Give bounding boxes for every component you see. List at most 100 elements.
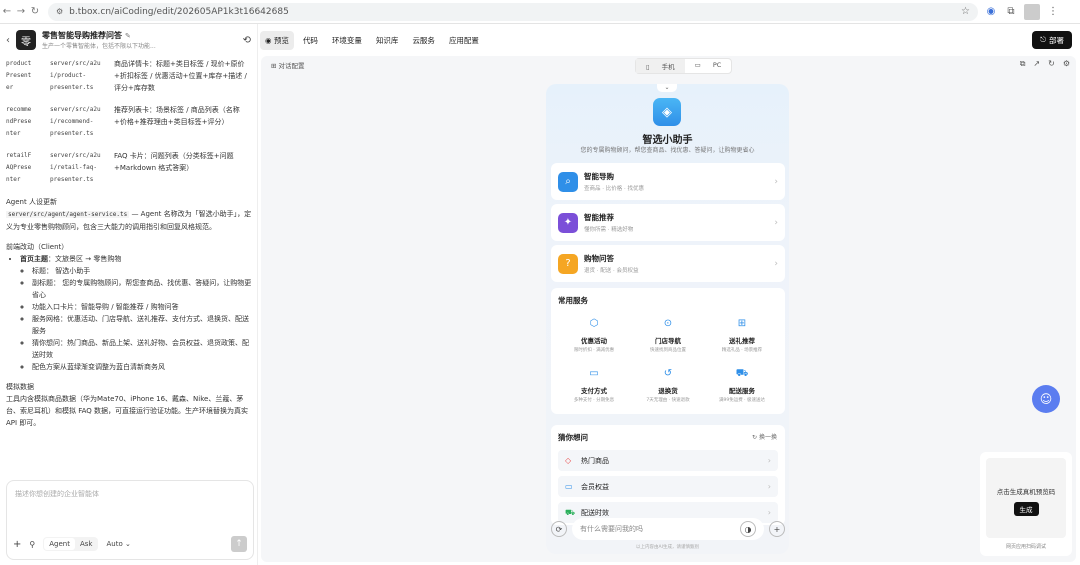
voice-icon[interactable]: ◑ bbox=[740, 521, 756, 537]
settings-icon[interactable]: ⚙ bbox=[1063, 59, 1070, 69]
send-button[interactable]: ↑ bbox=[231, 536, 247, 552]
service-return[interactable]: ↺ 退换货 7天无理由 · 快速退款 bbox=[633, 368, 703, 403]
card-name: 购物问答 bbox=[584, 254, 614, 263]
services-title: 常用服务 bbox=[558, 296, 588, 305]
app-title: 智选小助手 bbox=[642, 135, 693, 146]
plus-icon[interactable]: + bbox=[769, 521, 785, 537]
truck-icon: ⛟ bbox=[735, 368, 749, 379]
service-gift[interactable]: ⊞ 送礼推荐 精选礼品 · 场景推荐 bbox=[707, 318, 777, 353]
truck-icon: ⛟ bbox=[565, 507, 576, 517]
phone-icon: ▯ bbox=[646, 63, 650, 71]
gift-icon: ⊞ bbox=[737, 318, 747, 329]
tag-icon: ⬡ bbox=[589, 318, 599, 329]
generate-qr-button[interactable]: 生成 bbox=[1013, 502, 1039, 516]
chat-config-icon: ⊞ bbox=[271, 62, 277, 70]
tools-icon[interactable]: ⚲ bbox=[29, 540, 35, 549]
reload-icon[interactable]: ↻ bbox=[28, 6, 42, 17]
tab-code[interactable]: 代码 bbox=[298, 31, 323, 50]
service-name: 配送服务 bbox=[729, 387, 755, 395]
card-desc: 查商品 · 比价格 · 找优惠 bbox=[584, 186, 644, 192]
forward-icon[interactable]: → bbox=[14, 6, 28, 17]
guess-item-label: 会员权益 bbox=[581, 482, 609, 491]
service-desc: 多种支付 · 分期免息 bbox=[573, 398, 615, 403]
chevron-down-icon: ⌄ bbox=[124, 540, 131, 548]
tab-app-config[interactable]: 应用配置 bbox=[444, 31, 484, 50]
service-desc: 满99免运费 · 极速送达 bbox=[718, 398, 766, 403]
back-icon[interactable]: ← bbox=[0, 6, 14, 17]
history-icon[interactable]: ⟲ bbox=[243, 35, 251, 46]
refresh-icon[interactable]: ↻ bbox=[1048, 59, 1055, 69]
presenter-description: FAQ 卡片：问题列表（分类标签+问题+Markdown 格式答案） bbox=[114, 152, 234, 172]
service-desc: 7天无理由 · 快速退款 bbox=[646, 398, 690, 403]
refresh-button[interactable]: ↻ 换一换 bbox=[752, 432, 777, 441]
puzzle-icon[interactable]: ⧉ bbox=[1004, 5, 1018, 19]
new-chat-icon[interactable]: ⟳ bbox=[551, 521, 567, 537]
bookmark-star-icon[interactable]: ☆ bbox=[961, 6, 970, 17]
presenter-name: recomme ndPrese nter bbox=[6, 104, 44, 140]
edit-pencil-icon[interactable]: ✎ bbox=[125, 32, 131, 40]
service-delivery[interactable]: ⛟ 配送服务满99免运费 · 极速送达 bbox=[707, 368, 777, 403]
tab-preview-label: 预览 bbox=[273, 35, 289, 45]
tab-cloud[interactable]: 云服务 bbox=[407, 31, 440, 50]
model-select[interactable]: Auto ⌄ bbox=[106, 540, 130, 548]
deploy-label: 部署 bbox=[1049, 35, 1064, 45]
collapse-chevron-icon[interactable]: ‹ bbox=[6, 35, 10, 46]
mode-ask[interactable]: Ask bbox=[75, 538, 98, 550]
dialog-config-link[interactable]: ⊞ 对话配置 bbox=[271, 60, 305, 70]
card-smart-guide[interactable]: ⌕ 智能导购 查商品 · 比价格 · 找优惠 › bbox=[551, 163, 785, 200]
deploy-button[interactable]: ⎋ 部署 bbox=[1032, 31, 1072, 49]
presenter-name-line: nter bbox=[6, 176, 21, 183]
presenter-name-line: AQPrese bbox=[6, 164, 32, 171]
card-icon: ▭ bbox=[565, 482, 573, 491]
mode-agent[interactable]: Agent bbox=[44, 538, 75, 550]
phone-message-input[interactable]: 有什么需要问我的吗 ◑ bbox=[572, 518, 764, 540]
assistant-bot-icon[interactable]: ☺ bbox=[1032, 385, 1060, 413]
device-pc[interactable]: ▭ PC bbox=[685, 59, 732, 73]
browser-bar: ← → ↻ ⚙ b.tbox.cn/aiCoding/edit/202605AP… bbox=[0, 0, 1080, 24]
presenter-path-line: presenter.ts bbox=[50, 130, 94, 137]
qr-placeholder: 点击生成真机预览码 生成 bbox=[986, 458, 1066, 538]
profile-avatar[interactable] bbox=[1024, 3, 1040, 20]
table-row: product Present er server/src/a2u i/product-… bbox=[6, 58, 252, 94]
guess-item-member[interactable]: ▭ 会员权益 › bbox=[558, 476, 778, 497]
address-bar[interactable]: ⚙ b.tbox.cn/aiCoding/edit/202605AP1k3t16… bbox=[48, 2, 978, 21]
phone-input-bar: ⟳ 有什么需要问我的吗 ◑ + bbox=[551, 517, 785, 541]
card-icon: ▭ bbox=[589, 368, 599, 379]
card-smart-recommend[interactable]: ✦ 智能推荐 懂你所需 · 精选好物 › bbox=[551, 204, 785, 241]
frontend-heading: 前端改动（Client） bbox=[6, 243, 69, 251]
presenter-name-line: product bbox=[6, 60, 32, 67]
guess-item-hot[interactable]: ◇ 热门商品 › bbox=[558, 450, 778, 471]
presenter-path-line: presenter.ts bbox=[50, 84, 94, 91]
presenter-path: server/src/a2u i/retail-faq-presenter.ts bbox=[50, 150, 108, 186]
device-switch[interactable]: ▯ 手机 ▭ PC bbox=[635, 58, 733, 74]
tab-preview[interactable]: ◉ 预览 bbox=[260, 30, 294, 50]
chat-history: product Present er server/src/a2u i/product-… bbox=[6, 58, 252, 488]
phone-preview: ⌄ ◈ 智选小助手 您的专属购物顾问，帮您查商品、找优惠、答疑问，让购物更省心 … bbox=[546, 84, 789, 554]
service-store-nav[interactable]: ⊙ 门店导航 快速找到商品位置 bbox=[633, 318, 703, 353]
browser-menu-icon[interactable]: ⋮ bbox=[1046, 5, 1060, 19]
service-payment[interactable]: ▭ 支付方式 多种支付 · 分期免息 bbox=[559, 368, 629, 403]
collapse-icon[interactable]: ⌄ bbox=[657, 84, 677, 92]
site-info-icon[interactable]: ⚙ bbox=[56, 7, 63, 16]
service-discount[interactable]: ⬡ 优惠活动 限时折扣 · 满减优惠 bbox=[559, 318, 629, 353]
mode-switch[interactable]: Agent Ask bbox=[43, 537, 99, 551]
tab-knowledge[interactable]: 知识库 bbox=[371, 31, 404, 50]
presenter-path-line: server/src/a2u bbox=[50, 60, 101, 67]
add-icon[interactable]: + bbox=[13, 539, 21, 550]
home-item: 首页主题：文旅景区 → 零售购物 标题： 智选小助手副标题： 您的专属购物顾问，… bbox=[20, 253, 252, 373]
presenter-path-line: i/product- bbox=[50, 72, 87, 79]
open-external-icon[interactable]: ↗ bbox=[1033, 59, 1040, 69]
service-name: 送礼推荐 bbox=[729, 337, 755, 345]
presenter-name: retailF AQPrese nter bbox=[6, 150, 44, 186]
device-mobile[interactable]: ▯ 手机 bbox=[636, 59, 685, 73]
app-avatar: 零 bbox=[16, 30, 36, 50]
services-panel: 常用服务 ⬡ 优惠活动 限时折扣 · 满减优惠 ⊙ 门店导航 快速找到商品位置 ⊞ 送礼推… bbox=[551, 288, 785, 414]
tab-env[interactable]: 环境变量 bbox=[327, 31, 367, 50]
message-composer[interactable]: 描述你想创建的企业智能体 + ⚲ Agent Ask Auto ⌄ ↑ bbox=[6, 480, 254, 560]
presenter-path: server/src/a2u i/recommend-presenter.ts bbox=[50, 104, 108, 140]
card-shopping-qa[interactable]: ? 购物问答 退货 · 配送 · 会员权益 › bbox=[551, 245, 785, 282]
extension-icon[interactable]: ◉ bbox=[984, 5, 998, 19]
screenshot-icon[interactable]: ⧉ bbox=[1020, 59, 1026, 69]
frontend-list: 首页主题：文旅景区 → 零售购物 标题： 智选小助手副标题： 您的专属购物顾问，… bbox=[6, 253, 252, 373]
sparkle-icon: ✦ bbox=[558, 212, 578, 233]
